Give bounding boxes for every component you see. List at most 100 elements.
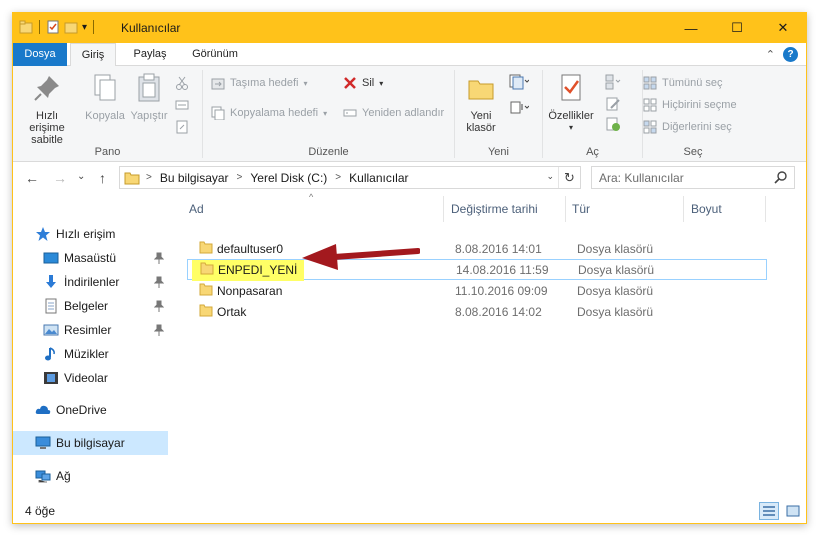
column-divider[interactable] [565, 196, 566, 222]
ribbon: Hızlı erişime sabitle Kopyala Yapıştır P… [13, 66, 806, 162]
minimize-button[interactable]: — [668, 13, 714, 43]
large-icons-view-button[interactable] [783, 502, 803, 520]
select-none-icon [643, 98, 657, 112]
copy-label: Kopyala [85, 110, 125, 122]
tab-share[interactable]: Paylaş [126, 43, 174, 66]
group-label-open: Aç [586, 146, 599, 158]
nav-item-downloads[interactable]: İndirilenler [43, 270, 170, 294]
close-button[interactable]: ✕ [760, 13, 806, 43]
column-header-size[interactable]: Boyut [691, 202, 722, 216]
column-divider[interactable] [443, 196, 444, 222]
collapse-ribbon-icon[interactable]: ⌃ [766, 48, 775, 61]
nav-item-label: Resimler [64, 323, 112, 337]
file-row[interactable]: Ortak 8.08.2016 14:02 Dosya klasörü [187, 301, 767, 322]
annotation-arrow-head [302, 244, 338, 270]
paste-button[interactable]: Yapıştır [129, 72, 169, 122]
select-all-icon [643, 76, 657, 90]
properties-button[interactable]: Özellikler ▾ [545, 72, 597, 134]
file-row[interactable]: defaultuser0 8.08.2016 14:01 Dosya klasö… [187, 238, 767, 259]
tab-view[interactable]: Görünüm [182, 43, 248, 66]
nav-this-pc-label: Bu bilgisayar [56, 436, 125, 450]
select-none-button[interactable]: Hiçbirini seçme [643, 98, 737, 112]
window-title: Kullanıcılar [121, 21, 181, 35]
edit-icon[interactable] [605, 96, 621, 112]
nav-onedrive[interactable]: OneDrive [35, 398, 190, 422]
videos-icon [44, 372, 58, 384]
copy-to-button[interactable]: Kopyalama hedefi ▾ [211, 106, 327, 120]
help-icon[interactable]: ? [783, 47, 798, 62]
column-divider[interactable] [765, 196, 766, 222]
computer-icon [35, 436, 51, 449]
cut-icon[interactable] [175, 76, 189, 90]
properties-check-icon[interactable] [46, 20, 60, 34]
recent-locations-button[interactable]: ⌄ [77, 171, 85, 182]
nav-quick-access-label: Hızlı erişim [56, 227, 116, 241]
search-input[interactable]: Ara: Kullanıcılar [591, 166, 795, 189]
search-placeholder: Ara: Kullanıcılar [599, 171, 684, 185]
select-all-label: Tümünü seç [662, 77, 723, 89]
column-divider[interactable] [683, 196, 684, 222]
back-button[interactable]: ← [25, 170, 39, 186]
delete-label: Sil [362, 77, 375, 89]
nav-item-videos[interactable]: Videolar [43, 366, 170, 390]
nav-quick-access[interactable]: Hızlı erişim [35, 222, 190, 246]
new-item-icon[interactable] [509, 74, 529, 90]
address-dropdown-icon[interactable]: ⌄ [546, 171, 554, 182]
nav-item-pictures[interactable]: Resimler [43, 318, 170, 342]
cloud-icon [35, 405, 51, 414]
title-bar: ▾ Kullanıcılar — ☐ ✕ [13, 13, 806, 43]
nav-this-pc[interactable]: Bu bilgisayar [13, 431, 168, 455]
address-bar[interactable]: > Bu bilgisayar > Yerel Disk (C:) > Kull… [119, 166, 581, 189]
copy-to-label: Kopyalama hedefi [230, 107, 319, 119]
move-to-button[interactable]: Taşıma hedefi ▾ [211, 76, 308, 90]
open-icon[interactable] [605, 74, 621, 90]
select-all-button[interactable]: Tümünü seç [643, 76, 723, 90]
folder-icon [200, 262, 214, 275]
copy-icon [94, 74, 116, 101]
paste-shortcut-icon[interactable] [175, 120, 189, 134]
pin-icon [154, 300, 164, 312]
file-row-highlighted[interactable]: ENPEDI_YENİ 14.08.2016 11:59 Dosya klasö… [187, 259, 767, 281]
invert-selection-button[interactable]: Diğerlerini seç [643, 120, 732, 134]
qat-dropdown-icon[interactable]: ▾ [82, 22, 87, 33]
new-folder-button[interactable]: Yeni klasör [459, 72, 503, 134]
forward-button[interactable]: → [53, 170, 67, 186]
column-header-type[interactable]: Tür [572, 202, 590, 216]
tab-home[interactable]: Giriş [70, 43, 116, 67]
download-icon [46, 275, 56, 288]
file-list: ^ Ad Değiştirme tarihi Tür Boyut default… [181, 192, 799, 499]
move-to-icon [211, 78, 225, 90]
move-to-label: Taşıma hedefi [230, 77, 299, 89]
nav-network[interactable]: Ağ [35, 464, 190, 488]
breadcrumb-this-pc[interactable]: Bu bilgisayar [160, 171, 229, 185]
column-header-name[interactable]: Ad [189, 202, 204, 216]
copy-button[interactable]: Kopyala [83, 72, 127, 122]
delete-button[interactable]: Sil ▾ [343, 76, 383, 90]
nav-item-documents[interactable]: Belgeler [43, 294, 170, 318]
breadcrumb-users[interactable]: Kullanıcılar [349, 171, 408, 185]
tab-file[interactable]: Dosya [13, 43, 67, 66]
breadcrumb-local-disk[interactable]: Yerel Disk (C:) [250, 171, 327, 185]
new-folder-icon[interactable] [64, 20, 78, 34]
pin-icon [154, 276, 164, 288]
refresh-button[interactable]: ↻ [558, 167, 580, 188]
up-button[interactable]: ↑ [99, 170, 106, 186]
rename-button[interactable]: Yeniden adlandır [343, 106, 444, 120]
copy-path-icon[interactable] [175, 98, 189, 112]
maximize-button[interactable]: ☐ [714, 13, 760, 43]
search-icon[interactable] [774, 170, 788, 184]
folder-icon [199, 283, 213, 296]
history-icon[interactable] [605, 116, 621, 132]
folder-icon [19, 20, 33, 34]
file-type: Dosya klasörü [577, 284, 654, 298]
nav-item-music[interactable]: Müzikler [43, 342, 170, 366]
details-view-button[interactable] [759, 502, 779, 520]
pin-quick-access-button[interactable]: Hızlı erişime sabitle [17, 72, 77, 146]
paste-icon [138, 73, 160, 102]
new-folder-icon [468, 80, 494, 100]
column-header-date[interactable]: Değiştirme tarihi [451, 202, 538, 216]
pictures-icon [43, 324, 59, 336]
file-row[interactable]: Nonpasaran 11.10.2016 09:09 Dosya klasör… [187, 280, 767, 301]
nav-item-desktop[interactable]: Masaüstü [43, 246, 170, 270]
easy-access-icon[interactable] [509, 100, 529, 116]
